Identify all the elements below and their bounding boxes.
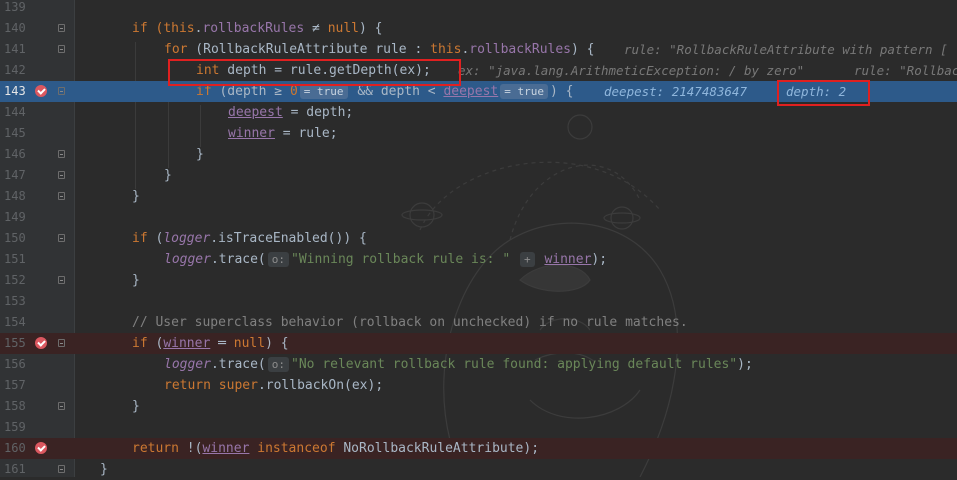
current-execution-line[interactable]: 143 if (depth ≥ 0 = true && depth < deepe… <box>0 81 957 102</box>
code-text: } <box>164 168 172 183</box>
line-number: 152 <box>4 273 26 287</box>
debug-value-rule: rule: "RollbackRuleAttribute with patter… <box>624 42 948 57</box>
line-number: 160 <box>4 441 26 455</box>
line-number: 156 <box>4 357 26 371</box>
code-line[interactable]: 139 <box>0 0 957 18</box>
line-number: 158 <box>4 399 26 413</box>
line-number: 146 <box>4 147 26 161</box>
code-line[interactable]: 151 logger.trace(o: "Winning rollback rul… <box>0 249 957 270</box>
breakpoint-icon[interactable] <box>35 85 47 97</box>
code-text: logger.trace(o: "No relevant rollback rul… <box>164 357 753 372</box>
code-text: } <box>132 399 140 414</box>
code-text: return !(winner instanceof NoRollbackRul… <box>132 441 540 456</box>
code-line[interactable]: 158 } <box>0 396 957 417</box>
line-number: 148 <box>4 189 26 203</box>
code-line[interactable]: 150 if (logger.isTraceEnabled()) { <box>0 228 957 249</box>
line-number: 150 <box>4 231 26 245</box>
debug-value-depth: depth: 2 <box>786 84 847 99</box>
code-text: if (this.rollbackRules ≠ null) { <box>132 21 383 36</box>
code-comment: // User superclass behavior (rollback on… <box>132 315 688 330</box>
code-line[interactable]: 140 if (this.rollbackRules ≠ null) { <box>0 18 957 39</box>
code-editor[interactable]: 139 140 if (this.rollbackRules ≠ null) {… <box>0 0 957 477</box>
code-text: deepest = depth; <box>228 105 354 120</box>
line-number: 151 <box>4 252 26 266</box>
line-number: 154 <box>4 315 26 329</box>
line-number: 149 <box>4 210 26 224</box>
code-line[interactable]: 142 int depth = rule.getDepth(ex); ex: "… <box>0 60 957 81</box>
line-number: 140 <box>4 21 26 35</box>
code-text: } <box>132 273 140 288</box>
code-line[interactable]: 157 return super.rollbackOn(ex); <box>0 375 957 396</box>
line-number: 155 <box>4 336 26 350</box>
code-text: int depth = rule.getDepth(ex); <box>196 63 431 78</box>
line-number: 153 <box>4 294 26 308</box>
debug-value-deepest: deepest: 2147483647 <box>604 84 747 99</box>
line-number: 157 <box>4 378 26 392</box>
fold-toggle-icon[interactable] <box>58 192 65 200</box>
code-line[interactable]: 149 <box>0 207 957 228</box>
inline-hint: o: <box>267 252 290 267</box>
code-line[interactable]: 153 <box>0 291 957 312</box>
code-text: if (logger.isTraceEnabled()) { <box>132 231 367 246</box>
line-number: 159 <box>4 420 26 434</box>
code-text: return super.rollbackOn(ex); <box>164 378 384 393</box>
code-line[interactable]: 152 } <box>0 270 957 291</box>
code-line[interactable]: 146 } <box>0 144 957 165</box>
code-text: logger.trace(o: "Winning rollback rule is… <box>164 252 608 267</box>
breakpoint-icon[interactable] <box>35 337 47 349</box>
fold-toggle-icon[interactable] <box>58 465 65 473</box>
code-text: for (RollbackRuleAttribute rule : this.r… <box>164 42 595 57</box>
line-number: 144 <box>4 105 26 119</box>
fold-toggle-icon[interactable] <box>58 276 65 284</box>
line-number: 143 <box>4 84 26 98</box>
code-line[interactable]: 145 winner = rule; <box>0 123 957 144</box>
code-line[interactable]: 144 deepest = depth; <box>0 102 957 123</box>
line-number: 141 <box>4 42 26 56</box>
inline-hint: = true <box>500 84 548 99</box>
fold-toggle-icon[interactable] <box>58 234 65 242</box>
fold-toggle-icon[interactable] <box>58 45 65 53</box>
fold-toggle-icon[interactable] <box>58 402 65 410</box>
code-text: if (winner ═ null) { <box>132 336 289 351</box>
inline-hint: = true <box>299 84 348 99</box>
code-text: if (depth ≥ 0 = true && depth < deepest = … <box>196 84 574 99</box>
line-number: 145 <box>4 126 26 140</box>
line-number: 139 <box>4 0 26 14</box>
line-number: 142 <box>4 63 26 77</box>
code-line[interactable]: 147 } <box>0 165 957 186</box>
code-line[interactable]: 156 logger.trace(o: "No relevant rollback… <box>0 354 957 375</box>
code-line[interactable]: 141 for (RollbackRuleAttribute rule : th… <box>0 39 957 60</box>
debug-value-rule: rule: "Rollbac <box>854 63 957 78</box>
breakpoint-icon[interactable] <box>35 442 47 454</box>
inline-hint: o: <box>267 357 290 372</box>
fold-toggle-icon[interactable] <box>58 87 65 95</box>
line-number: 147 <box>4 168 26 182</box>
code-text: } <box>196 147 204 162</box>
code-line[interactable]: 159 <box>0 417 957 438</box>
fold-toggle-icon[interactable] <box>58 150 65 158</box>
inline-hint: + <box>520 252 535 267</box>
debug-value-ex: ex: "java.lang.ArithmeticException: / by… <box>458 63 805 78</box>
fold-toggle-icon[interactable] <box>58 171 65 179</box>
fold-toggle-icon[interactable] <box>58 339 65 347</box>
code-text: } <box>132 189 140 204</box>
breakpoint-line[interactable]: 155 if (winner ═ null) { <box>0 333 957 354</box>
breakpoint-line[interactable]: 160 return !(winner instanceof NoRollbac… <box>0 438 957 459</box>
code-line[interactable]: 148 } <box>0 186 957 207</box>
fold-toggle-icon[interactable] <box>58 24 65 32</box>
code-line[interactable]: 154 // User superclass behavior (rollbac… <box>0 312 957 333</box>
code-text: winner = rule; <box>228 126 338 141</box>
